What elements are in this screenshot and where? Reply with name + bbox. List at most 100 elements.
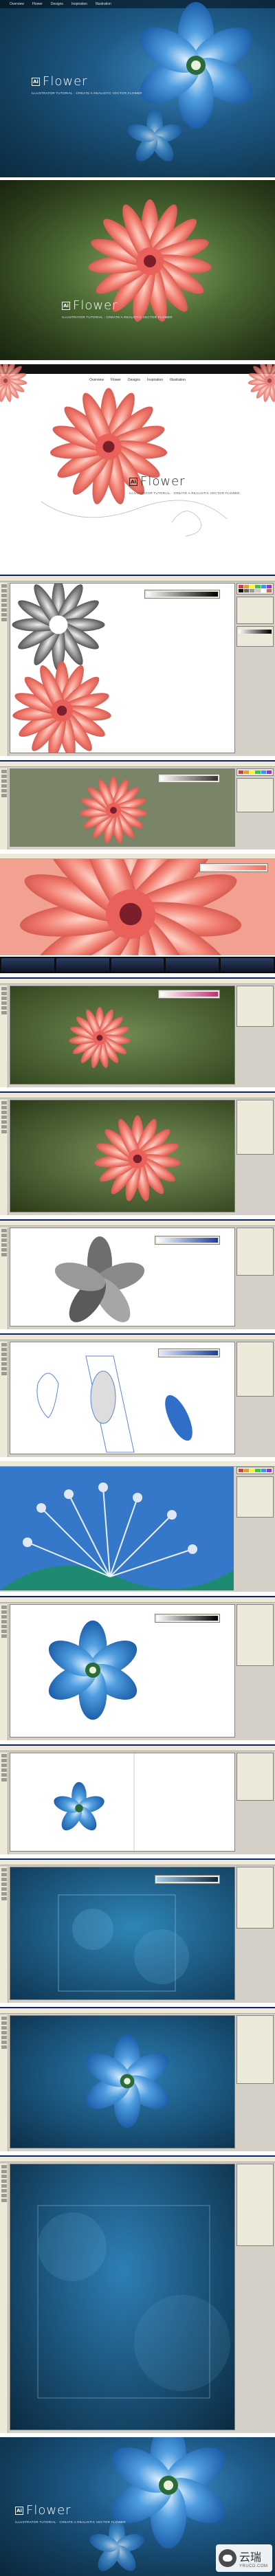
- artboard[interactable]: [10, 1100, 235, 1212]
- menu-bar[interactable]: [0, 1461, 275, 1467]
- tools-panel[interactable]: [0, 768, 8, 850]
- swatches-panel[interactable]: [236, 583, 274, 595]
- illustrator-window: [0, 575, 275, 756]
- swatches-panel[interactable]: [236, 1467, 274, 1474]
- petal-construction: [12, 584, 112, 753]
- artboard[interactable]: [10, 583, 235, 753]
- tools-panel[interactable]: [0, 2164, 8, 2433]
- tools-panel[interactable]: [0, 1342, 8, 1457]
- swatches-panel[interactable]: [236, 768, 274, 776]
- gradient-panel[interactable]: [199, 863, 268, 872]
- menu-bar[interactable]: [0, 576, 275, 581]
- thumbnail[interactable]: [56, 958, 109, 972]
- thumbnail[interactable]: [166, 958, 219, 972]
- tools-panel[interactable]: [0, 1867, 8, 2003]
- cloud-logo-icon: [219, 2549, 236, 2567]
- layers-panel[interactable]: [236, 778, 274, 812]
- layers-panel[interactable]: [236, 1753, 274, 1801]
- layers-panel[interactable]: [236, 1228, 274, 1276]
- menu-bar[interactable]: [0, 2157, 275, 2162]
- artboard[interactable]: [10, 1342, 235, 1454]
- thumbnail[interactable]: [111, 958, 164, 972]
- illustrator-window: [0, 760, 275, 850]
- menu-bar[interactable]: [0, 2008, 275, 2014]
- menu-bar[interactable]: [0, 1746, 275, 1751]
- stamens-closeup: [0, 1467, 234, 1590]
- right-panels: [236, 768, 274, 847]
- menu-bar[interactable]: [0, 1221, 275, 1226]
- tools-panel[interactable]: [0, 1604, 8, 1740]
- right-panels: [236, 1753, 274, 1852]
- tools-panel[interactable]: [0, 986, 8, 1087]
- site-logo[interactable]: Ai Flower: [32, 74, 88, 89]
- gradient-panel[interactable]: [155, 1236, 220, 1245]
- layers-panel[interactable]: [236, 986, 274, 1027]
- right-panels: [236, 1467, 274, 1589]
- menu-bar[interactable]: [0, 1597, 275, 1603]
- gradient-panel[interactable]: [158, 990, 220, 999]
- dahlia-illustration: [88, 199, 212, 322]
- gradient-slider[interactable]: [146, 592, 218, 597]
- dahlia-on-background: [94, 1115, 182, 1203]
- bokeh-background: [58, 1894, 189, 1992]
- artboard[interactable]: [10, 1604, 235, 1737]
- ai-logo-icon: Ai: [15, 2506, 23, 2515]
- color-panel[interactable]: [236, 626, 274, 647]
- layers-panel[interactable]: [236, 2015, 274, 2084]
- site-logo[interactable]: Ai Flower: [129, 474, 186, 489]
- right-panels: [236, 1342, 274, 1454]
- layers-panel[interactable]: [236, 2164, 274, 2246]
- artboard[interactable]: [10, 1753, 235, 1852]
- layers-panel[interactable]: [236, 1476, 274, 1518]
- menu-bar[interactable]: [0, 1335, 275, 1340]
- ai-logo-icon: Ai: [129, 477, 138, 486]
- watermark-en: YRUCD.COM: [239, 2564, 268, 2568]
- gradient-panel[interactable]: [158, 774, 220, 783]
- illustrator-window: [0, 1858, 275, 2003]
- menu-bar[interactable]: [0, 1093, 275, 1098]
- illustrator-window: [0, 2155, 275, 2433]
- artboard[interactable]: [10, 986, 235, 1085]
- menu-bar[interactable]: [0, 1860, 275, 1865]
- tools-panel[interactable]: [0, 2015, 8, 2151]
- menu-bar[interactable]: [0, 979, 275, 984]
- illustrator-window: [0, 854, 275, 955]
- illustrator-window: [0, 1596, 275, 1740]
- gradient-panel[interactable]: [144, 590, 220, 599]
- tools-panel[interactable]: [0, 583, 8, 756]
- bokeh-background: [37, 2205, 230, 2399]
- tools-panel[interactable]: [0, 1228, 8, 1329]
- gradient-panel[interactable]: [158, 1348, 220, 1357]
- tagline: ILLUSTRATOR TUTORIAL · CREATE A REALISTI…: [15, 2520, 126, 2524]
- logo-word: Flower: [43, 74, 88, 89]
- petal-outlines: [36, 1355, 192, 1453]
- hero-green-banner: Ai Flower ILLUSTRATOR TUTORIAL · CREATE …: [0, 180, 275, 360]
- thumbnail[interactable]: [1, 958, 54, 972]
- illustrator-window: [0, 2007, 275, 2151]
- layers-panel[interactable]: [236, 1604, 274, 1666]
- thumbnail[interactable]: [221, 958, 274, 972]
- right-panels: [236, 1867, 274, 2000]
- site-watermark[interactable]: 云瑞 YRUCD.COM: [216, 2544, 272, 2572]
- gradient-panel[interactable]: [155, 1614, 220, 1623]
- site-logo[interactable]: Ai Flower: [15, 2503, 72, 2518]
- artboard[interactable]: [10, 1867, 235, 2000]
- menu-bar[interactable]: [0, 854, 275, 859]
- menu-bar[interactable]: [0, 762, 275, 767]
- tools-panel[interactable]: [0, 1100, 8, 1215]
- site-logo[interactable]: Ai Flower: [62, 298, 118, 313]
- logo-word: Flower: [26, 2503, 72, 2518]
- illustrator-window: [0, 1091, 275, 1215]
- right-panels: [236, 1228, 274, 1326]
- illustrator-window: [0, 1744, 275, 1854]
- layers-panel[interactable]: [236, 597, 274, 624]
- layers-panel[interactable]: [236, 1100, 274, 1155]
- tools-panel[interactable]: [0, 1753, 8, 1854]
- gradient-panel[interactable]: [155, 1875, 220, 1884]
- artboard[interactable]: [10, 2015, 235, 2148]
- layers-panel[interactable]: [236, 1342, 274, 1397]
- right-panels: [236, 2015, 274, 2148]
- layers-panel[interactable]: [236, 1867, 274, 1929]
- dahlia-closeup: [0, 859, 275, 955]
- artboard[interactable]: [10, 2164, 235, 2430]
